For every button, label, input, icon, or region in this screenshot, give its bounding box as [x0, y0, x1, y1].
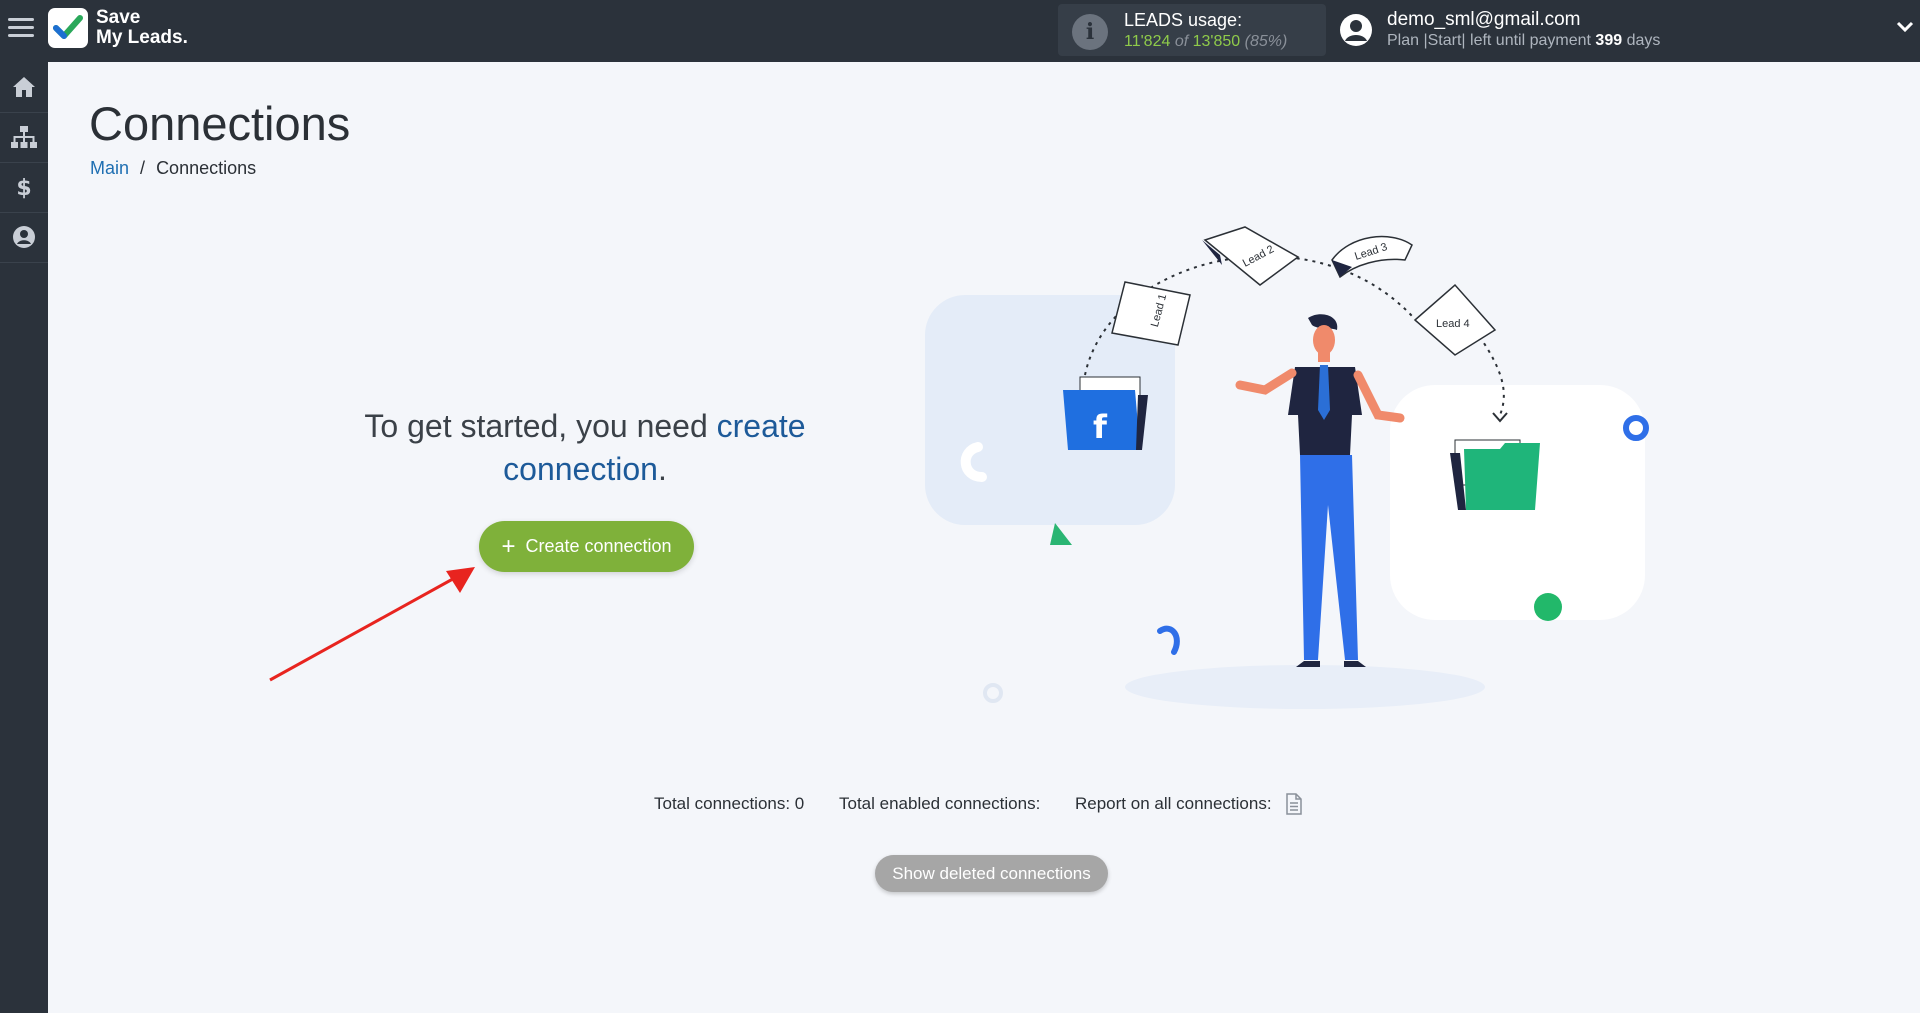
hamburger-menu-icon[interactable]	[8, 18, 34, 42]
usage-total: 13'850	[1192, 33, 1241, 50]
total-enabled-connections: Total enabled connections:	[839, 794, 1041, 813]
usage-of: of	[1174, 33, 1189, 50]
user-circle-icon	[13, 226, 35, 248]
usage-used: 11'824	[1124, 33, 1171, 50]
svg-text:f: f	[1093, 408, 1108, 446]
top-bar: Save My Leads. i LEADS usage: 11'824 of …	[0, 0, 1920, 62]
breadcrumb-current: Connections	[156, 158, 257, 178]
breadcrumb-main-link[interactable]: Main	[90, 158, 129, 178]
usage-values: 11'824 of 13'850 (85%)	[1124, 33, 1287, 51]
lead-3-paper: Lead 3	[1331, 235, 1413, 279]
info-icon: i	[1072, 14, 1108, 50]
breadcrumb-separator: /	[140, 158, 146, 178]
plus-icon: +	[501, 532, 516, 560]
report-label: Report on all connections:	[1075, 794, 1272, 813]
show-deleted-connections-button[interactable]: Show deleted connections	[875, 855, 1108, 892]
logo-line-1: Save	[96, 7, 141, 28]
lead-4-paper: Lead 4	[1413, 283, 1497, 356]
empty-state-text: To get started, you need create connecti…	[330, 405, 840, 491]
sidebar-item-billing[interactable]: $	[0, 162, 48, 213]
days-value: 399	[1595, 32, 1623, 49]
lead-2-paper: Lead 2	[1202, 226, 1300, 286]
chevron-down-icon[interactable]	[1896, 20, 1914, 38]
empty-state-prefix: To get started, you need	[364, 408, 708, 444]
green-folder-icon	[1450, 439, 1540, 510]
empty-state-suffix: .	[657, 451, 667, 487]
connections-illustration: Lead 1 Lead 2 Lead 3 Lead 4 f	[925, 226, 1649, 709]
logo-icon[interactable]	[48, 8, 88, 48]
sidebar-item-connections[interactable]	[0, 112, 48, 163]
svg-text:$: $	[16, 176, 31, 200]
sidebar-item-home[interactable]	[0, 62, 48, 113]
create-connection-button[interactable]: + Create connection	[479, 521, 694, 572]
user-avatar-icon[interactable]	[1338, 12, 1374, 48]
person-illustration	[1235, 314, 1405, 667]
red-arrow-annotation	[269, 567, 475, 682]
dollar-icon: $	[16, 176, 31, 200]
create-connection-label: Create connection	[525, 536, 672, 556]
lead-1-paper: Lead 1	[1111, 281, 1191, 346]
days-label: days	[1626, 32, 1661, 49]
breadcrumb: Main / Connections	[90, 158, 256, 179]
usage-label: LEADS usage:	[1124, 10, 1243, 30]
total-connections: Total connections: 0	[654, 794, 805, 813]
logo-line-2: My Leads.	[96, 27, 188, 48]
user-email[interactable]: demo_sml@gmail.com	[1387, 9, 1581, 31]
page-title: Connections	[89, 97, 351, 150]
sidebar-item-account[interactable]	[0, 212, 48, 263]
user-plan: Plan |Start| left until payment 399 days	[1387, 32, 1660, 50]
plan-text: Plan |Start| left until payment	[1387, 32, 1591, 49]
home-icon	[13, 77, 35, 97]
sidebar: $	[0, 62, 48, 1013]
sitemap-icon	[11, 126, 37, 148]
usage-percent: (85%)	[1244, 33, 1288, 50]
logo-text[interactable]: Save My Leads.	[96, 8, 188, 48]
lead-4-label: Lead 4	[1436, 318, 1470, 330]
report-document-icon[interactable]	[1285, 793, 1303, 815]
leads-usage-panel: i LEADS usage: 11'824 of 13'850 (85%)	[1058, 4, 1326, 56]
